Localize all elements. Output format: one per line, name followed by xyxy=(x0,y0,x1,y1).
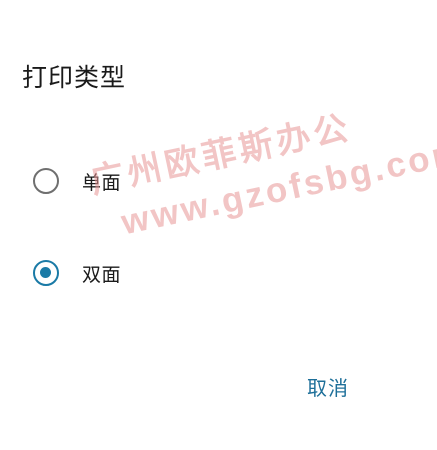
radio-checked-icon[interactable] xyxy=(33,260,59,286)
option-single-sided[interactable]: 单面 xyxy=(0,151,437,211)
cancel-button[interactable]: 取消 xyxy=(290,364,366,408)
dialog-title: 打印类型 xyxy=(22,63,127,92)
radio-unchecked-icon[interactable] xyxy=(33,168,59,194)
radio-dot xyxy=(40,267,51,278)
print-type-dialog: 打印类型 单面 双面 取消 广州欧菲斯办公 www.gzofsbg.com xyxy=(0,0,437,450)
option-single-sided-label: 单面 xyxy=(82,171,122,194)
option-double-sided[interactable]: 双面 xyxy=(0,243,437,303)
option-double-sided-label: 双面 xyxy=(82,263,122,286)
